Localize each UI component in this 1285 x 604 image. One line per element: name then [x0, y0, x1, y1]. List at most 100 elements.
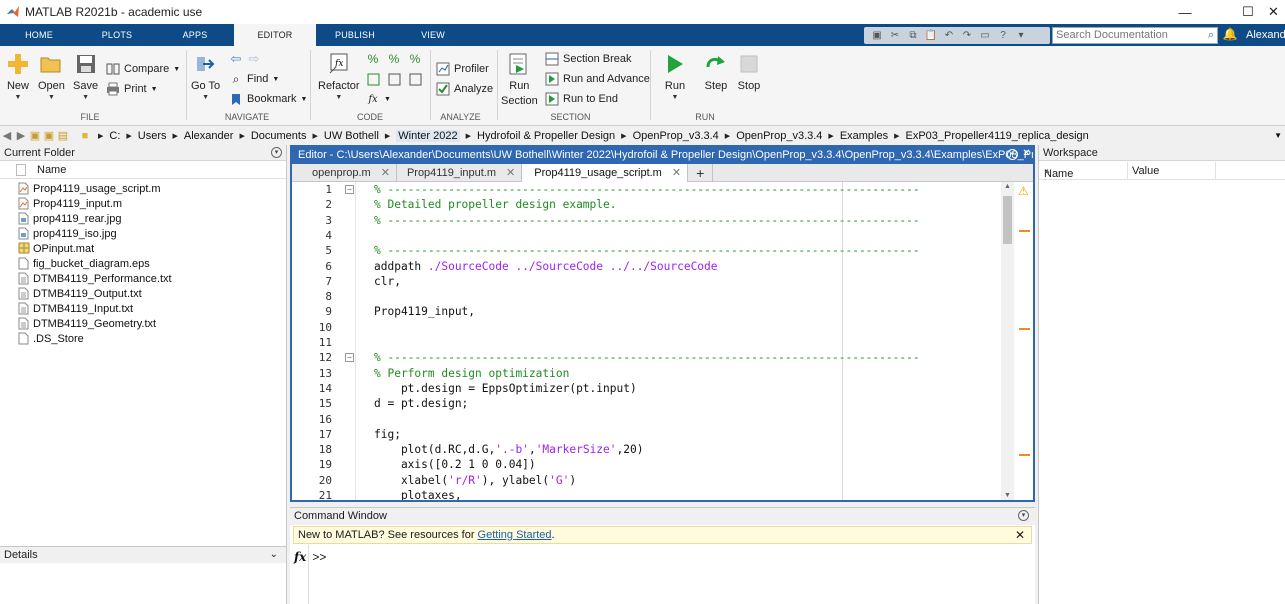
file-item[interactable]: DTMB4119_Output.txt: [0, 286, 286, 301]
new-button[interactable]: New ▼: [6, 52, 30, 101]
code-line[interactable]: xlabel('r/R'), ylabel('G'): [374, 474, 576, 487]
fold-toggle-icon[interactable]: −: [345, 353, 354, 363]
vertical-scrollbar[interactable]: ▲ ▼: [1001, 182, 1014, 500]
fold-toggle-icon[interactable]: −: [345, 185, 354, 194]
tab-editor[interactable]: EDITOR: [234, 24, 316, 46]
chevron-right-icon[interactable]: ▶: [894, 132, 899, 140]
chevron-down-icon[interactable]: ⌄: [270, 547, 278, 563]
chevron-right-icon[interactable]: ▶: [466, 132, 471, 140]
analyze-button[interactable]: Analyze: [436, 82, 493, 96]
file-item[interactable]: prop4119_rear.jpg: [0, 211, 286, 226]
up-folder-icon[interactable]: ▣: [28, 129, 42, 142]
panel-actions-icon[interactable]: ▾: [271, 147, 282, 158]
code-line[interactable]: % Detailed propeller design example.: [374, 198, 616, 211]
wrap-comments-icon[interactable]: %: [408, 52, 422, 66]
file-column-header[interactable]: Name: [0, 162, 286, 179]
run-to-end-button[interactable]: Run to End: [545, 92, 618, 106]
breadcrumb-item[interactable]: Winter 2022: [396, 129, 460, 142]
editor-close-icon[interactable]: ✕: [1021, 149, 1032, 160]
chevron-right-icon[interactable]: ▶: [621, 132, 626, 140]
tab-view[interactable]: VIEW: [394, 24, 472, 46]
save-icon[interactable]: ▣: [870, 30, 884, 42]
code-line[interactable]: % Perform design optimization: [374, 367, 569, 380]
user-account[interactable]: Alexander: [1246, 29, 1285, 41]
profiler-button[interactable]: Profiler: [436, 62, 489, 76]
redo-icon[interactable]: ↷: [960, 30, 974, 42]
bookmark-button[interactable]: Bookmark ▼: [229, 92, 307, 106]
notification-bell-icon[interactable]: 🔔: [1222, 27, 1238, 44]
decrease-indent-icon[interactable]: [387, 72, 401, 86]
breadcrumb-item[interactable]: Documents: [251, 130, 307, 142]
code-area[interactable]: 1 − 2 3 4 5 6 7 8 9 10 11 12 − 13 14 15 16 17 18 19 20 21 % --…: [292, 182, 1033, 500]
chevron-right-icon[interactable]: ▶: [173, 132, 178, 140]
close-tab-icon[interactable]: ✕: [672, 165, 681, 182]
tab-apps[interactable]: APPS: [156, 24, 234, 46]
file-item[interactable]: Prop4119_input.m: [0, 196, 286, 211]
tab-home[interactable]: HOME: [0, 24, 78, 46]
panel-actions-icon[interactable]: ▾: [1018, 510, 1029, 521]
paste-icon[interactable]: 📋: [924, 30, 938, 42]
file-item[interactable]: DTMB4119_Geometry.txt: [0, 316, 286, 331]
new-tab-button[interactable]: +: [688, 164, 714, 182]
code-line[interactable]: d = pt.design;: [374, 397, 468, 410]
breadcrumb-item[interactable]: OpenProp_v3.3.4: [736, 130, 822, 142]
file-item[interactable]: OPinput.mat: [0, 241, 286, 256]
scroll-up-icon[interactable]: ▲: [1004, 183, 1011, 190]
chevron-right-icon[interactable]: ▶: [385, 132, 390, 140]
close-banner-icon[interactable]: ✕: [1015, 527, 1025, 543]
chevron-right-icon[interactable]: ▶: [126, 132, 131, 140]
uncomment-icon[interactable]: %: [387, 52, 401, 66]
breadcrumb-item[interactable]: C:: [109, 130, 120, 142]
options-icon[interactable]: ▾: [1014, 30, 1028, 42]
warning-icon[interactable]: ⚠: [1018, 184, 1029, 198]
code-line[interactable]: pt.design = EppsOptimizer(pt.input): [374, 382, 637, 395]
file-item[interactable]: DTMB4119_Input.txt: [0, 301, 286, 316]
editor-actions-icon[interactable]: ▾: [1007, 149, 1018, 160]
print-button[interactable]: Print ▼: [106, 82, 158, 96]
run-and-advance-button[interactable]: Run and Advance: [545, 72, 650, 86]
switch-windows-icon[interactable]: ▭: [978, 30, 992, 42]
chevron-right-icon[interactable]: ▶: [239, 132, 244, 140]
minimize-button[interactable]: —: [1165, 0, 1205, 24]
breadcrumb-item[interactable]: Examples: [840, 130, 888, 142]
back-icon[interactable]: ◀: [0, 129, 14, 142]
tab-publish[interactable]: PUBLISH: [316, 24, 394, 46]
undo-icon[interactable]: ↶: [942, 30, 956, 42]
code-line[interactable]: % --------------------------------------…: [374, 244, 920, 257]
warning-marker[interactable]: [1019, 328, 1030, 330]
chevron-right-icon[interactable]: ▶: [725, 132, 730, 140]
scroll-down-icon[interactable]: ▼: [1004, 492, 1011, 499]
details-header[interactable]: Details ⌄: [0, 547, 286, 563]
file-item[interactable]: prop4119_iso.jpg: [0, 226, 286, 241]
getting-started-link[interactable]: Getting Started: [478, 529, 552, 541]
cut-icon[interactable]: ✂: [888, 30, 902, 42]
breadcrumb-item[interactable]: UW Bothell: [324, 130, 379, 142]
breadcrumb-item[interactable]: ExP03_Propeller4119_replica_design: [906, 130, 1089, 142]
file-item[interactable]: Prop4119_usage_script.m: [0, 181, 286, 196]
code-line[interactable]: % --------------------------------------…: [374, 183, 920, 196]
smart-indent-icon[interactable]: [366, 72, 380, 86]
code-line[interactable]: plotaxes,: [374, 489, 462, 500]
file-item[interactable]: DTMB4119_Performance.txt: [0, 271, 286, 286]
copy-icon[interactable]: ⧉: [906, 30, 920, 42]
browse-folder-icon[interactable]: ▣: [42, 129, 56, 142]
file-item[interactable]: .DS_Store: [0, 331, 286, 346]
search-icon[interactable]: ⌕: [1208, 28, 1214, 43]
save-button[interactable]: Save ▼: [73, 52, 98, 101]
increase-indent-icon[interactable]: [408, 72, 422, 86]
goto-button[interactable]: Go To ▼: [191, 52, 220, 101]
breadcrumb-item[interactable]: Hydrofoil & Propeller Design: [477, 130, 615, 142]
path-dropdown-icon[interactable]: ▼: [1274, 131, 1282, 140]
comment-icon[interactable]: %: [366, 52, 380, 66]
back-forward-buttons[interactable]: ⇦ ⇨: [229, 51, 261, 66]
code-line[interactable]: addpath ./SourceCode ../SourceCode ../..…: [374, 260, 718, 273]
close-window-button[interactable]: ✕: [1262, 0, 1285, 24]
refactor-button[interactable]: fx Refactor ▼: [318, 52, 360, 101]
tab-prop4119-input[interactable]: Prop4119_input.m ✕: [397, 164, 523, 182]
open-button[interactable]: Open ▼: [38, 52, 65, 101]
compare-button[interactable]: Compare ▼: [106, 62, 180, 76]
open-folder-icon[interactable]: ▤: [56, 129, 70, 142]
breadcrumb-item[interactable]: Users: [138, 130, 167, 142]
warning-marker[interactable]: [1019, 454, 1030, 456]
breadcrumb-item[interactable]: Alexander: [184, 130, 234, 142]
